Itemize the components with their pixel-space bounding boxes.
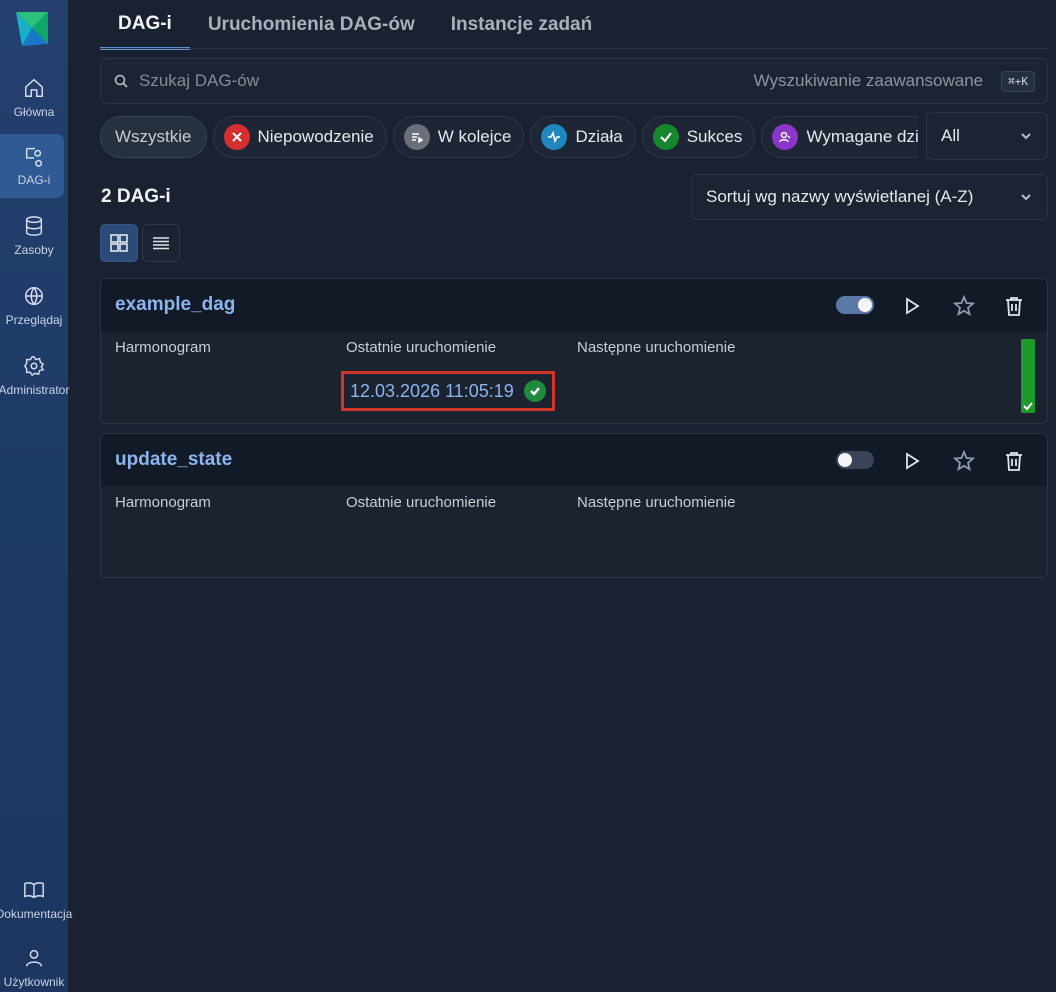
nav-dags-label: DAG-i [17, 173, 51, 187]
trash-icon [1006, 297, 1022, 316]
dag-count: 2 DAG-i [101, 186, 171, 207]
search-bar: Wyszukiwanie zaawansowane ⌘+K [100, 58, 1048, 104]
last-run-label: Ostatnie uruchomienie [346, 494, 497, 511]
filter-select[interactable]: All [926, 112, 1048, 160]
gear-icon [23, 356, 45, 377]
filter-failed-label: Niepowodzenie [257, 127, 374, 146]
check-icon [1023, 402, 1033, 411]
top-tabs: DAG-i Uruchomienia DAG-ów Instancje zada… [100, 0, 610, 50]
chevron-down-icon [1021, 133, 1031, 140]
dag-enable-toggle[interactable] [836, 451, 874, 469]
next-run-label: Następne uruchomienie [577, 339, 736, 356]
sort-select-value: Sortuj wg nazwy wyświetlanej (A-Z) [706, 187, 974, 206]
next-run-label: Następne uruchomienie [577, 494, 736, 511]
delete-dag-button[interactable] [1003, 295, 1025, 317]
delete-dag-button[interactable] [1003, 450, 1025, 472]
dag-card-header: example_dag [101, 279, 1047, 331]
filter-running-label: Działa [575, 127, 623, 146]
nav-admin[interactable]: Administrator [0, 344, 70, 408]
tab-dags[interactable]: DAG-i [100, 0, 190, 50]
chevron-down-icon [1021, 194, 1031, 201]
play-icon [906, 452, 920, 470]
card-view-button[interactable] [100, 224, 138, 262]
nav-admin-label: Administrator [0, 383, 70, 397]
x-icon [223, 124, 250, 150]
nav-user-label: Użytkownik [3, 975, 65, 989]
nav-assets[interactable]: Zasoby [0, 204, 68, 268]
database-icon [25, 216, 43, 236]
trigger-dag-button[interactable] [901, 295, 923, 317]
dag-card: update_state Harmonogram Ostatnie urucho… [100, 433, 1048, 578]
dag-card-header: update_state [101, 434, 1047, 486]
sidebar: Główna DAG-i Zasoby Przeglądaj Administr… [0, 0, 72, 992]
queue-icon [403, 124, 430, 150]
grid-icon [110, 234, 128, 252]
sort-select[interactable]: Sortuj wg nazwy wyświetlanej (A-Z) [691, 174, 1048, 220]
filter-success-label: Sukces [686, 127, 743, 146]
nav-docs-label: Dokumentacja [0, 907, 73, 921]
success-check-icon [523, 380, 546, 402]
state-filters: Wszystkie Niepowodzenie W kolejce Działa… [100, 116, 918, 158]
nav-dags[interactable]: DAG-i [0, 134, 68, 198]
dag-icon [25, 147, 43, 167]
favorite-button[interactable] [952, 449, 976, 472]
pulse-icon [541, 124, 568, 150]
trigger-dag-button[interactable] [901, 450, 923, 472]
trash-icon [1006, 452, 1022, 471]
filter-failed[interactable]: Niepowodzenie [212, 116, 387, 158]
tab-task-instances[interactable]: Instancje zadań [433, 0, 611, 50]
user-icon [25, 949, 43, 967]
filter-success[interactable]: Sukces [641, 116, 756, 158]
filter-all[interactable]: Wszystkie [100, 116, 207, 158]
nav-home[interactable]: Główna [0, 66, 68, 130]
toggle-knob [838, 453, 852, 467]
toggle-knob [858, 298, 872, 312]
schedule-label: Harmonogram [115, 494, 211, 511]
last-run-value[interactable]: 12.03.2026 11:05:19 [341, 371, 555, 411]
search-icon [114, 74, 128, 88]
nav-assets-label: Zasoby [14, 243, 54, 257]
home-icon [25, 78, 43, 97]
check-icon [652, 124, 679, 150]
table-view-button[interactable] [142, 224, 180, 262]
tab-divider [100, 48, 1048, 49]
tab-dag-runs[interactable]: Uruchomienia DAG-ów [190, 0, 433, 50]
favorite-button[interactable] [952, 294, 976, 317]
filter-action-required[interactable]: Wymagane dział [761, 116, 918, 158]
nav-user[interactable]: Użytkownik [0, 936, 68, 992]
play-icon [906, 297, 920, 315]
filter-running[interactable]: Działa [530, 116, 636, 158]
star-icon [952, 294, 976, 317]
schedule-label: Harmonogram [115, 339, 211, 356]
filter-select-value: All [941, 126, 960, 145]
user-action-icon [772, 124, 799, 150]
search-shortcut-badge: ⌘+K [1001, 70, 1035, 92]
filter-all-label: Wszystkie [115, 127, 192, 146]
dag-enable-toggle[interactable] [836, 296, 874, 314]
dag-card: example_dag Harmonogram Ostatnie uruchom… [100, 278, 1048, 424]
filter-queued-label: W kolejce [437, 127, 512, 146]
last-run-label: Ostatnie uruchomienie [346, 339, 497, 356]
nav-browse-label: Przeglądaj [5, 313, 63, 327]
star-icon [952, 449, 976, 472]
dag-name-link[interactable]: update_state [115, 449, 232, 471]
search-input[interactable] [139, 71, 754, 91]
filter-queued[interactable]: W kolejce [392, 116, 525, 158]
globe-icon [25, 287, 43, 306]
airflow-logo[interactable] [12, 10, 52, 48]
recent-run-bar[interactable] [1021, 339, 1035, 413]
nav-home-label: Główna [13, 105, 55, 119]
book-icon [24, 882, 44, 899]
last-run-date: 12.03.2026 11:05:19 [350, 380, 514, 401]
dag-name-link[interactable]: example_dag [115, 294, 235, 316]
nav-browse[interactable]: Przeglądaj [0, 274, 68, 338]
nav-docs[interactable]: Dokumentacja [0, 868, 72, 932]
filter-action-required-label: Wymagane dział [806, 127, 918, 146]
advanced-search-link[interactable]: Wyszukiwanie zaawansowane [754, 71, 983, 91]
list-icon [153, 237, 169, 250]
